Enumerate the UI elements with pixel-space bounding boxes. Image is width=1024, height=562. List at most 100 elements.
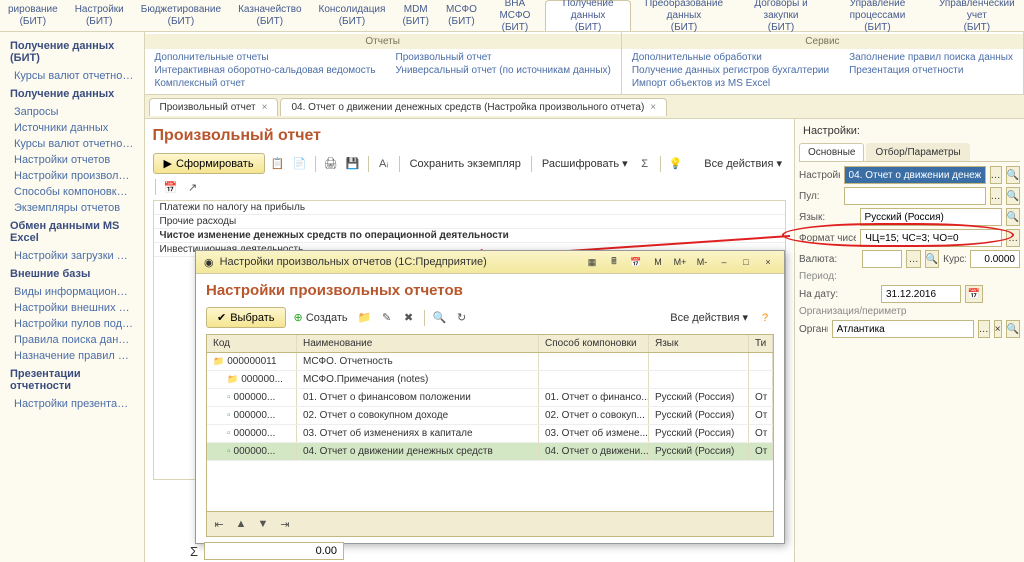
currency-lookup-icon[interactable]: …	[906, 250, 920, 268]
select-button[interactable]: ✔Выбрать	[206, 307, 286, 328]
dialog-row[interactable]: 000000011МСФО. Отчетность	[207, 353, 773, 371]
dialog-row[interactable]: 000000...04. Отчет о движении денежных с…	[207, 443, 773, 461]
folder-icon[interactable]: 📁	[356, 309, 374, 327]
dialog-row[interactable]: 000000...01. Отчет о финансовом положени…	[207, 389, 773, 407]
calendar-icon[interactable]: 📅	[162, 178, 180, 196]
help-icon[interactable]: ?	[756, 309, 774, 327]
minimize-button[interactable]: –	[716, 255, 732, 269]
delete-icon[interactable]: ✖	[400, 309, 418, 327]
dialog-row[interactable]: 000000...03. Отчет об изменениях в капит…	[207, 425, 773, 443]
top-tab[interactable]: Консолидация(БИТ)	[311, 0, 395, 31]
pool-input[interactable]	[844, 187, 986, 205]
sidebar-link[interactable]: Способы компоновки источн...	[0, 184, 144, 200]
doc-tab[interactable]: 04. Отчет о движении денежных средств (Н…	[280, 98, 667, 116]
submenu-link[interactable]: Универсальный отчет (по источникам данны…	[396, 64, 611, 77]
grid-row[interactable]: Платежи по налогу на прибыль	[154, 201, 785, 215]
numfmt-lookup-icon[interactable]: …	[1006, 229, 1020, 247]
maximize-button[interactable]: □	[738, 255, 754, 269]
top-tab[interactable]: ВНА МСФО(БИТ)	[486, 0, 545, 31]
col-lang[interactable]: Язык	[649, 335, 749, 352]
edit-icon[interactable]: ✎	[378, 309, 396, 327]
lang-search-icon[interactable]: 🔍	[1006, 208, 1020, 226]
decrypt-button[interactable]: Расшифровать ▾	[538, 157, 632, 170]
dialog-row[interactable]: 000000...02. Отчет о совокупном доходе02…	[207, 407, 773, 425]
export-icon[interactable]: ↗	[184, 178, 202, 196]
org-clear-icon[interactable]: ×	[994, 320, 1002, 338]
sidebar-link[interactable]: Виды информационных баз	[0, 284, 144, 300]
tab-main[interactable]: Основные	[799, 143, 864, 161]
dialog-titlebar[interactable]: ◉ Настройки произвольных отчетов (1С:Пре…	[196, 251, 784, 274]
dialog-grid[interactable]: Код Наименование Способ компоновки Язык …	[206, 334, 774, 537]
date-calendar-icon[interactable]: 📅	[965, 285, 983, 303]
pool-lookup-icon[interactable]: …	[990, 187, 1002, 205]
paste-icon[interactable]: 📄	[291, 155, 309, 173]
form-button[interactable]: ▶Сформировать	[153, 153, 265, 174]
find-icon[interactable]: 🔍	[431, 309, 449, 327]
page-down-icon[interactable]: ▼	[254, 515, 272, 533]
sidebar-link[interactable]: Настройки произвольных отч...	[0, 168, 144, 184]
grid-row[interactable]: Чистое изменение денежных средств по опе…	[154, 229, 785, 243]
submenu-link[interactable]: Комплексный отчет	[155, 77, 376, 90]
numfmt-input[interactable]	[860, 229, 1002, 247]
currency-input[interactable]	[862, 250, 902, 268]
sidebar-link[interactable]: Настройки загрузки из Excel	[0, 248, 144, 264]
page-up-icon[interactable]: ▲	[232, 515, 250, 533]
grid-icon[interactable]: ▦	[584, 255, 600, 269]
calc-icon[interactable]: 🖩	[606, 255, 622, 269]
sidebar-link[interactable]: Правила поиска данных	[0, 332, 144, 348]
submenu-link[interactable]: Дополнительные отчеты	[155, 51, 376, 64]
create-button[interactable]: ⊕ Создать	[290, 311, 352, 324]
submenu-link[interactable]: Произвольный отчет	[396, 51, 611, 64]
sigma-input[interactable]	[204, 542, 344, 560]
dialog-all-actions[interactable]: Все действия ▾	[666, 311, 752, 324]
close-button[interactable]: ×	[760, 255, 776, 269]
pool-search-icon[interactable]: 🔍	[1006, 187, 1020, 205]
copy-icon[interactable]: 📋	[269, 155, 287, 173]
calendar-icon[interactable]: 📅	[628, 255, 644, 269]
sidebar-link[interactable]: Экземпляры отчетов	[0, 200, 144, 216]
page-first-icon[interactable]: ⇤	[210, 515, 228, 533]
setting-search-icon[interactable]: 🔍	[1006, 166, 1020, 184]
org-lookup-icon[interactable]: …	[978, 320, 990, 338]
sidebar-link[interactable]: Настройки отчетов	[0, 152, 144, 168]
doc-tab[interactable]: Произвольный отчет×	[149, 98, 279, 116]
currency-search-icon[interactable]: 🔍	[925, 250, 939, 268]
top-tab[interactable]: Управление процессами(БИТ)	[825, 0, 930, 31]
setting-input[interactable]	[844, 166, 986, 184]
col-name[interactable]: Наименование	[297, 335, 539, 352]
top-tab[interactable]: Получение данных(БИТ)	[545, 0, 631, 31]
top-tab[interactable]: МСФО(БИТ)	[438, 0, 486, 31]
submenu-link[interactable]: Получение данных регистров бухгалтерии	[632, 64, 829, 77]
m-plus-button[interactable]: M+	[672, 255, 688, 269]
top-tab[interactable]: Преобразование данных(БИТ)	[631, 0, 737, 31]
tab-filter[interactable]: Отбор/Параметры	[866, 143, 969, 161]
dialog-row[interactable]: 000000...МСФО.Примечания (notes)	[207, 371, 773, 389]
setting-lookup-icon[interactable]: …	[990, 166, 1002, 184]
print-icon[interactable]: 🖨	[322, 155, 340, 173]
col-type[interactable]: Ти	[749, 335, 773, 352]
top-tab[interactable]: MDM(БИТ)	[394, 0, 438, 31]
sidebar-link[interactable]: Назначение правил поиска дан...	[0, 348, 144, 364]
sidebar-link[interactable]: Настройки презентаций отчетн...	[0, 396, 144, 412]
save-icon[interactable]: 💾	[344, 155, 362, 173]
sidebar-link[interactable]: Курсы валют отчетности	[0, 68, 144, 84]
page-last-icon[interactable]: ⇥	[276, 515, 294, 533]
sidebar-link[interactable]: Настройки пулов подключений	[0, 316, 144, 332]
all-actions-button[interactable]: Все действия ▾	[700, 157, 786, 170]
submenu-link[interactable]: Дополнительные обработки	[632, 51, 829, 64]
sidebar-link[interactable]: Запросы	[0, 104, 144, 120]
top-tab[interactable]: Казначейство(БИТ)	[230, 0, 310, 31]
top-tab[interactable]: Управленческий учет(БИТ)	[931, 0, 1024, 31]
submenu-link[interactable]: Интерактивная оборотно-сальдовая ведомос…	[155, 64, 376, 77]
org-search-icon[interactable]: 🔍	[1006, 320, 1020, 338]
close-icon[interactable]: ×	[262, 102, 268, 113]
m-button[interactable]: M	[650, 255, 666, 269]
col-code[interactable]: Код	[207, 335, 297, 352]
grid-row[interactable]: Прочие расходы	[154, 215, 785, 229]
lang-input[interactable]	[860, 208, 1002, 226]
submenu-link[interactable]: Заполнение правил поиска данных	[849, 51, 1013, 64]
submenu-link[interactable]: Импорт объектов из MS Excel	[632, 77, 829, 90]
sigma-icon[interactable]: Σ	[636, 155, 654, 173]
bulb-icon[interactable]: 💡	[667, 155, 685, 173]
sidebar-link[interactable]: Источники данных	[0, 120, 144, 136]
